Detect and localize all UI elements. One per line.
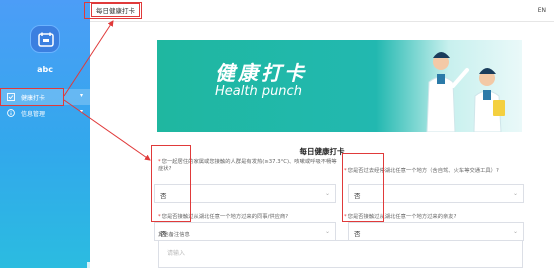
arrow-to-tab: [63, 20, 114, 97]
arrow-to-answers: [63, 99, 151, 161]
annotation-arrows: [63, 20, 151, 161]
